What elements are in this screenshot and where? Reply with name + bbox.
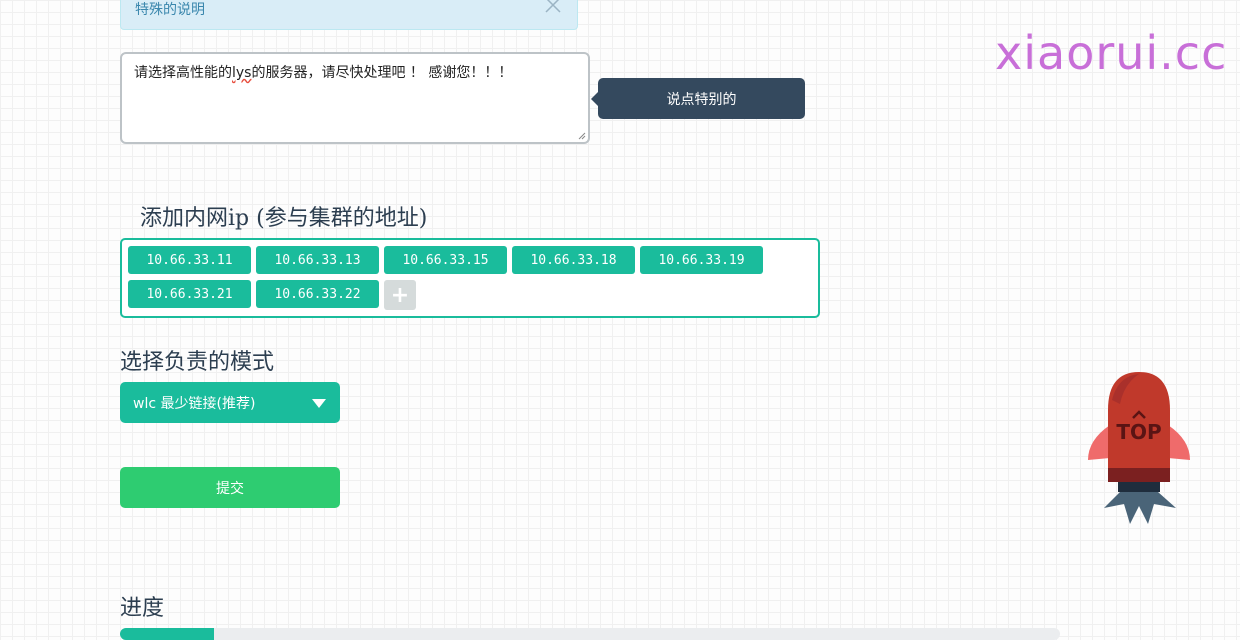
progress-bar xyxy=(120,628,1060,640)
back-to-top-button[interactable]: TOP xyxy=(1084,370,1194,530)
submit-button[interactable]: 提交 xyxy=(120,467,340,508)
ip-tag[interactable]: 10.66.33.15 xyxy=(384,246,507,274)
ip-tag[interactable]: 10.66.33.22 xyxy=(256,280,379,308)
ip-tag[interactable]: 10.66.33.19 xyxy=(640,246,763,274)
mode-section-title: 选择负责的模式 xyxy=(120,350,275,375)
ip-tag[interactable]: 10.66.33.21 xyxy=(128,280,251,308)
add-ip-button[interactable]: + xyxy=(384,280,416,310)
tooltip-text: 说点特别的 xyxy=(666,91,737,108)
resize-grip-icon[interactable] xyxy=(578,132,586,140)
tooltip: 说点特别的 xyxy=(591,78,805,119)
close-icon[interactable] xyxy=(543,0,563,15)
ip-tag[interactable]: 10.66.33.11 xyxy=(128,246,251,274)
chevron-down-icon xyxy=(312,399,326,408)
mode-select[interactable]: wlc 最少链接(推荐) xyxy=(120,382,340,423)
rocket-icon xyxy=(1088,372,1190,524)
progress-section-title: 进度 xyxy=(120,596,165,621)
remark-text-before: 请选择高性能的 xyxy=(134,65,232,81)
ip-tags-input[interactable]: 10.66.33.11 10.66.33.13 10.66.33.15 10.6… xyxy=(120,238,820,318)
submit-label: 提交 xyxy=(216,480,244,497)
progress-bar-fill xyxy=(120,628,214,640)
remark-text-highlight: lys xyxy=(232,65,252,81)
brand-logo-text: xiaorui.cc xyxy=(995,26,1228,80)
ip-section-title: 添加内网ip (参与集群的地址) xyxy=(140,206,428,231)
info-alert-text: 特殊的说明 xyxy=(135,2,205,18)
remark-text-after: 的服务器，请尽快处理吧 ！ 感谢您！！！ xyxy=(251,65,513,81)
mode-select-value: wlc 最少链接(推荐) xyxy=(133,395,256,412)
back-to-top-label: TOP xyxy=(1116,420,1162,444)
info-alert: 特殊的说明 xyxy=(120,0,578,30)
ip-tag[interactable]: 10.66.33.18 xyxy=(512,246,635,274)
remark-textarea[interactable]: 请选择高性能的lys的服务器，请尽快处理吧 ！ 感谢您！！！ xyxy=(120,52,590,144)
ip-tag[interactable]: 10.66.33.13 xyxy=(256,246,379,274)
